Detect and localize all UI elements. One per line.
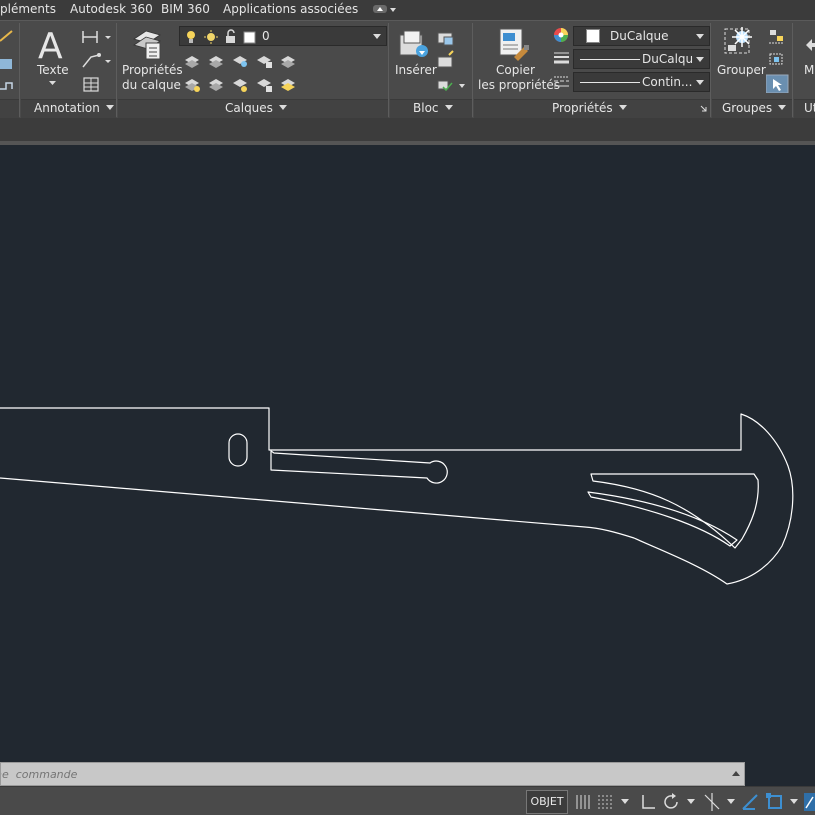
insert-block-icon [399,30,428,57]
line-preview [580,82,640,83]
color-wheel-icon [554,28,568,42]
panel-title-groups[interactable]: Groupes [722,101,787,117]
annotation-tools-icon[interactable] [81,27,113,93]
panel-title-annotation-text: Annotation [34,101,100,115]
command-input[interactable] [1,763,721,785]
status-bar: OBJET [0,786,815,815]
polar-tracking-icon[interactable] [663,793,681,811]
layer-properties-icon [133,30,161,60]
command-line [0,762,745,786]
measure-label: M [804,63,815,77]
linetype-value: Contin... [642,75,693,89]
tab-applications-associees[interactable]: Applications associées [223,2,358,16]
dialog-launcher-icon[interactable] [700,105,708,113]
oval-hole [228,433,248,467]
command-history-toggle-icon[interactable] [732,771,740,776]
layer-properties-label-2: du calque [122,78,181,92]
panel-separator [472,23,473,117]
file-tab-strip [0,118,815,145]
part-outline [0,407,794,585]
snap-mode-icon[interactable] [597,794,615,810]
draw-tools-icon[interactable] [0,27,16,97]
color-dropdown[interactable]: DuCalque [573,26,710,46]
measure-icon[interactable] [804,35,815,59]
chevron-down-icon [373,34,381,39]
panel-separator [19,23,20,117]
panel-title-utilities[interactable]: Ut [804,101,815,117]
chevron-down-icon[interactable] [621,799,629,804]
insert-block-button[interactable] [396,27,430,61]
object-snap-tracking-icon[interactable] [741,793,759,811]
text-button[interactable]: A [35,25,69,67]
panel-title-block-text: Bloc [413,101,439,115]
chevron-down-icon[interactable] [790,799,798,804]
lineweight-icon [554,52,569,64]
layer-dropdown[interactable]: 0 [179,26,387,46]
chevron-down-icon[interactable] [687,799,695,804]
line-preview [580,59,640,60]
chevron-down-icon [696,34,704,39]
svg-text:A: A [38,26,63,63]
lineweight-value: DuCalqu [642,52,694,66]
group-icon [724,27,752,54]
match-properties-label-1: Copier [496,63,535,77]
color-value: DuCalque [610,29,669,43]
group-label: Grouper [717,63,766,77]
ribbon-tab-bar: pléments Autodesk 360 BIM 360 Applicatio… [0,0,815,20]
match-properties-label-2: les propriétés [478,78,561,92]
panel-separator [388,23,389,117]
layer-state-icons [187,29,256,44]
lineweight-dropdown[interactable]: DuCalqu [573,49,710,69]
color-swatch [586,29,600,43]
panel-title-layers[interactable]: Calques [225,101,287,117]
panel-title-properties[interactable]: Propriétés [552,101,627,117]
linetype-icon [554,76,569,87]
keyhole-slot [270,450,448,484]
drawing-geometry [0,407,794,585]
model-space-button[interactable]: OBJET [526,790,568,814]
panel-separator [792,23,793,117]
block-tools-icons[interactable] [435,29,469,95]
tab-bim-360[interactable]: BIM 360 [161,2,210,16]
object-snap-icon[interactable] [766,793,784,811]
layer-properties-label-1: Propriétés [122,63,183,77]
minimize-ribbon-button[interactable] [372,1,398,17]
panel-separator [116,23,117,117]
group-button[interactable] [722,25,756,61]
panel-title-groups-text: Groupes [722,101,773,115]
panel-title-layers-text: Calques [225,101,273,115]
chevron-down-icon [696,57,704,62]
group-tools-icons[interactable] [766,27,790,93]
lineweight-display-icon[interactable] [804,793,815,811]
drawing-canvas[interactable] [0,149,815,761]
chevron-down-icon[interactable] [48,79,58,87]
curved-slot-inner [587,491,738,547]
linetype-dropdown[interactable]: Contin... [573,72,710,92]
layer-properties-button[interactable] [132,25,166,61]
layer-name: 0 [262,29,270,43]
ortho-mode-icon[interactable] [640,794,656,810]
grid-display-icon[interactable] [574,794,590,810]
insert-block-label: Insérer [395,63,437,77]
panel-title-block[interactable]: Bloc [413,101,453,117]
chevron-down-icon [696,80,704,85]
match-properties-icon [499,28,529,61]
isodraft-icon[interactable] [703,793,721,811]
text-button-label: Texte [37,63,69,77]
panel-title-properties-text: Propriétés [552,101,613,115]
tab-autodesk-360[interactable]: Autodesk 360 [70,2,153,16]
match-properties-button[interactable] [498,25,532,61]
panel-title-annotation[interactable]: Annotation [34,101,114,117]
layer-tools-icons[interactable] [182,51,302,97]
chevron-down-icon[interactable] [727,799,735,804]
ribbon: A Texte Annotation Propriétés du calque … [0,20,815,119]
text-a-icon: A [38,26,63,67]
tab-complements[interactable]: pléments [0,2,56,16]
panel-titlebar-draw [0,99,19,119]
panel-separator [710,23,711,117]
ribbon-toggle-icon [373,5,396,13]
